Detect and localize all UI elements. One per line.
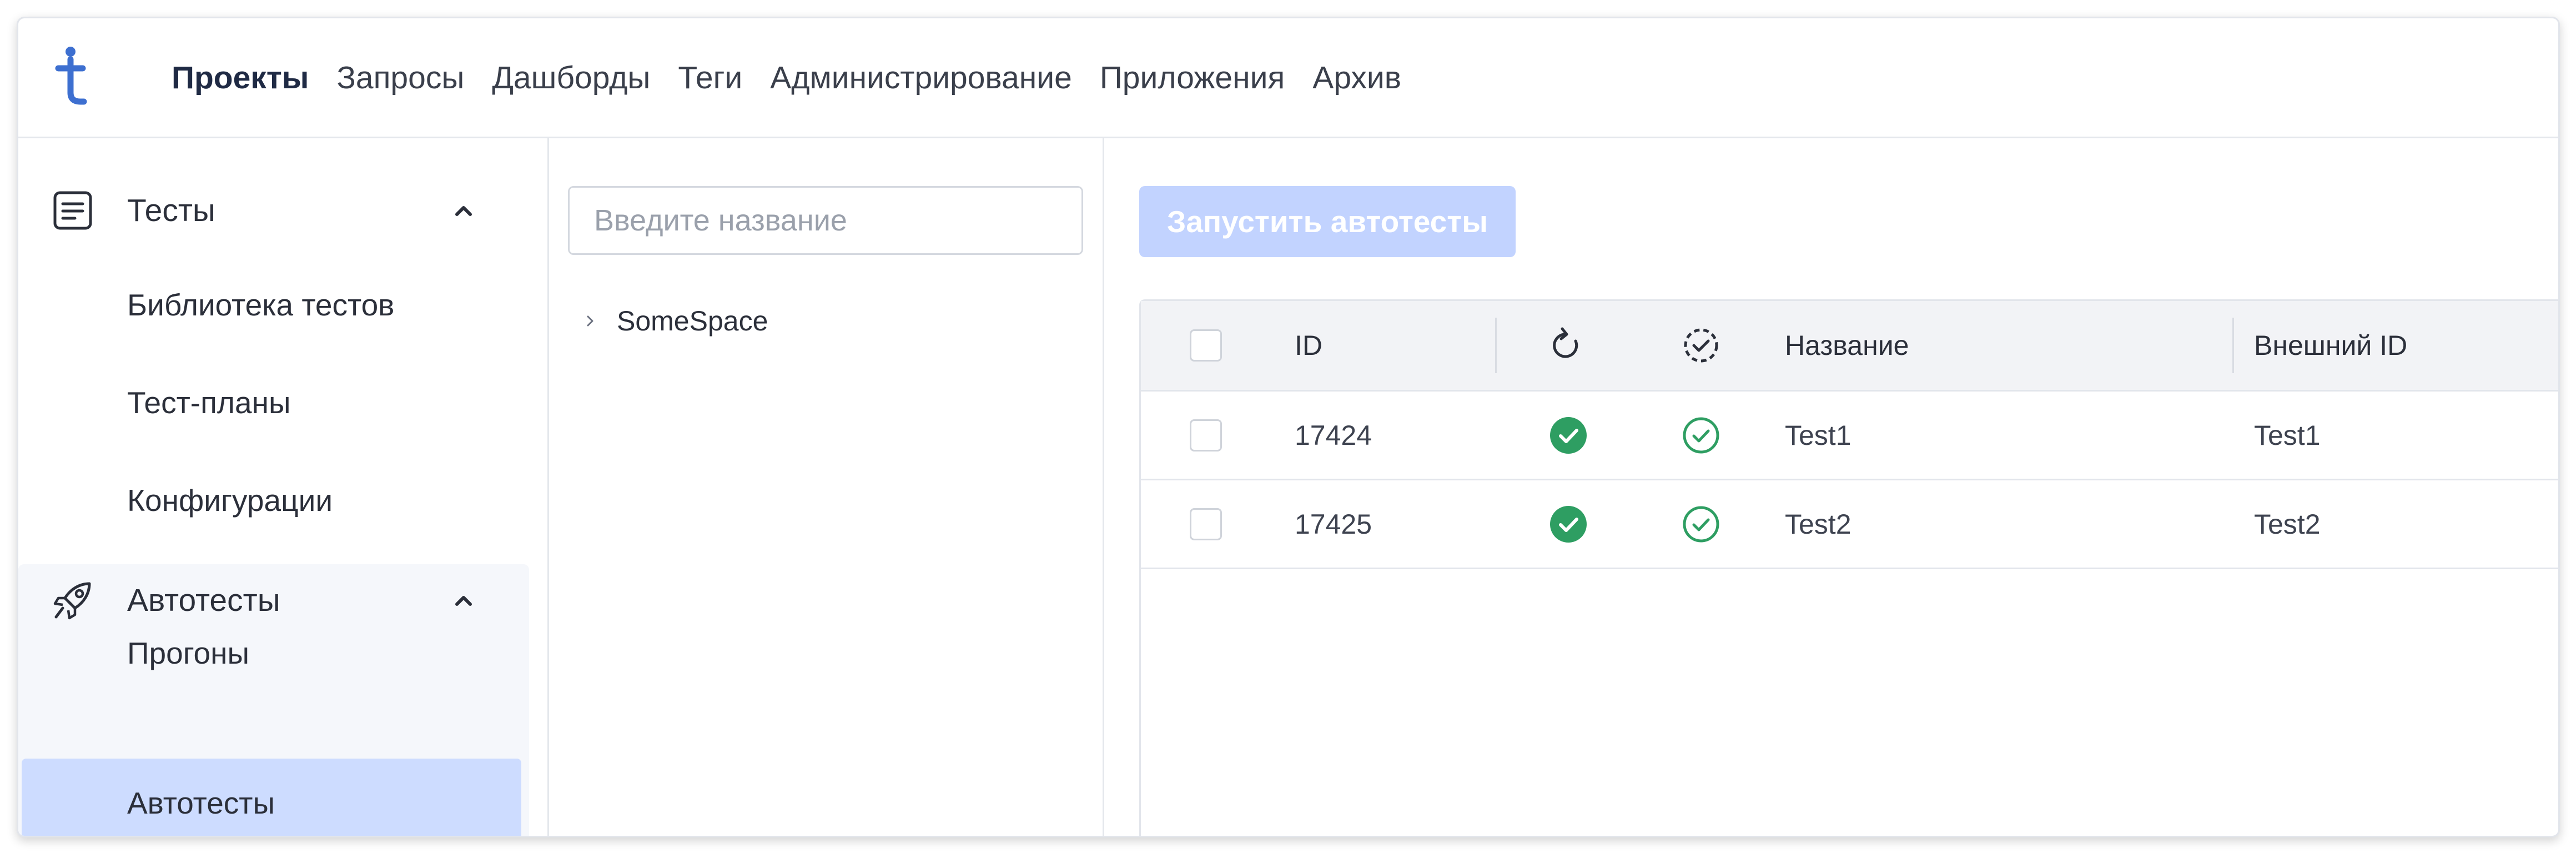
cell-status <box>1682 392 1720 479</box>
cell-status <box>1682 480 1720 568</box>
column-header-runs[interactable] <box>1549 301 1584 390</box>
success-filled-icon <box>1550 417 1587 454</box>
top-navigation-bar: Проекты Запросы Дашборды Теги Администри… <box>18 18 2558 138</box>
row-checkbox[interactable] <box>1190 419 1222 451</box>
nav-item-archive[interactable]: Архив <box>1312 59 1401 96</box>
chevron-right-icon[interactable] <box>582 313 598 329</box>
app-window: Проекты Запросы Дашборды Теги Администри… <box>17 17 2560 837</box>
success-outline-icon <box>1683 417 1719 453</box>
column-header-name[interactable]: Название <box>1785 301 1909 390</box>
sidebar-item-label: Конфигурации <box>127 483 333 518</box>
nav-item-requests[interactable]: Запросы <box>336 59 464 96</box>
cell-id: 17425 <box>1295 508 1372 540</box>
sidebar-section-autotests-label: Автотесты <box>127 583 280 618</box>
row-checkbox-cell <box>1190 392 1222 479</box>
sidebar-section-autotests: Автотесты Прогоны Автотесты <box>18 564 529 836</box>
cell-name[interactable]: Test2 <box>1785 480 1852 568</box>
cell-runs <box>1549 392 1588 479</box>
cell-runs <box>1549 480 1588 568</box>
sidebar-item-configurations[interactable]: Конфигурации <box>22 467 521 534</box>
cell-external-id: Test2 <box>2254 508 2321 540</box>
search-input[interactable] <box>568 186 1083 255</box>
autotests-table: ID Название Внешний ID 17424 Test1 Test1… <box>1139 299 2558 836</box>
tree-node-somespace[interactable]: SomeSpace <box>582 305 768 337</box>
row-checkbox[interactable] <box>1190 508 1222 540</box>
cell-id: 17424 <box>1295 419 1372 451</box>
sidebar-item-runs[interactable]: Прогоны <box>22 620 521 686</box>
nav-item-projects[interactable]: Проекты <box>172 59 309 96</box>
rocket-icon <box>53 582 91 620</box>
success-filled-icon <box>1550 505 1587 543</box>
dashed-check-icon <box>1684 328 1718 363</box>
column-resize-handle[interactable] <box>1495 318 1497 373</box>
nav-item-tags[interactable]: Теги <box>678 59 742 96</box>
row-checkbox-cell <box>1190 480 1222 568</box>
table-row[interactable]: 17425 Test2 Test2 <box>1141 480 2558 569</box>
tree-node-label: SomeSpace <box>617 305 768 337</box>
logo-icon[interactable] <box>51 46 90 107</box>
column-resize-handle[interactable] <box>2232 318 2234 373</box>
tree-panel: SomeSpace <box>549 138 1104 836</box>
cell-name[interactable]: Test1 <box>1785 392 1852 479</box>
sidebar-item-test-library[interactable]: Библиотека тестов <box>22 272 521 338</box>
sidebar-item-label: Библиотека тестов <box>127 288 395 322</box>
cell-external-id: Test1 <box>2254 419 2321 451</box>
sidebar-section-tests: Тесты Библиотека тестов Тест-планы Конфи… <box>18 138 529 527</box>
sidebar-item-label: Прогоны <box>127 636 250 670</box>
refresh-icon <box>1553 327 1578 358</box>
chevron-up-icon[interactable] <box>452 199 475 222</box>
nav-item-dashboards[interactable]: Дашборды <box>492 59 650 96</box>
column-header-status[interactable] <box>1682 301 1720 390</box>
column-header-external-id[interactable]: Внешний ID <box>2254 301 2407 390</box>
table-header: ID Название Внешний ID <box>1141 301 2558 392</box>
main-content: Запустить автотесты ID Название Внешний … <box>1104 138 2558 836</box>
sidebar-section-tests-header[interactable]: Тесты <box>18 174 529 247</box>
success-outline-icon <box>1683 506 1719 542</box>
sidebar-section-tests-label: Тесты <box>127 193 215 228</box>
nav-item-administration[interactable]: Администрирование <box>770 59 1072 96</box>
sidebar-item-test-plans[interactable]: Тест-планы <box>22 369 521 436</box>
sidebar-item-label: Тест-планы <box>127 385 291 420</box>
main-nav: Проекты Запросы Дашборды Теги Администри… <box>172 18 1401 137</box>
chevron-up-icon[interactable] <box>452 589 475 611</box>
select-all-checkbox[interactable] <box>1190 329 1222 362</box>
nav-item-applications[interactable]: Приложения <box>1100 59 1285 96</box>
sidebar: Тесты Библиотека тестов Тест-планы Конфи… <box>18 138 549 836</box>
table-row[interactable]: 17424 Test1 Test1 <box>1141 392 2558 480</box>
column-header-id[interactable]: ID <box>1295 301 1322 390</box>
document-icon <box>53 191 92 230</box>
run-autotests-button[interactable]: Запустить автотесты <box>1139 186 1516 257</box>
sidebar-item-label: Автотесты <box>127 786 275 820</box>
header-checkbox-cell <box>1190 301 1222 390</box>
sidebar-item-autotests[interactable]: Автотесты <box>22 759 521 836</box>
